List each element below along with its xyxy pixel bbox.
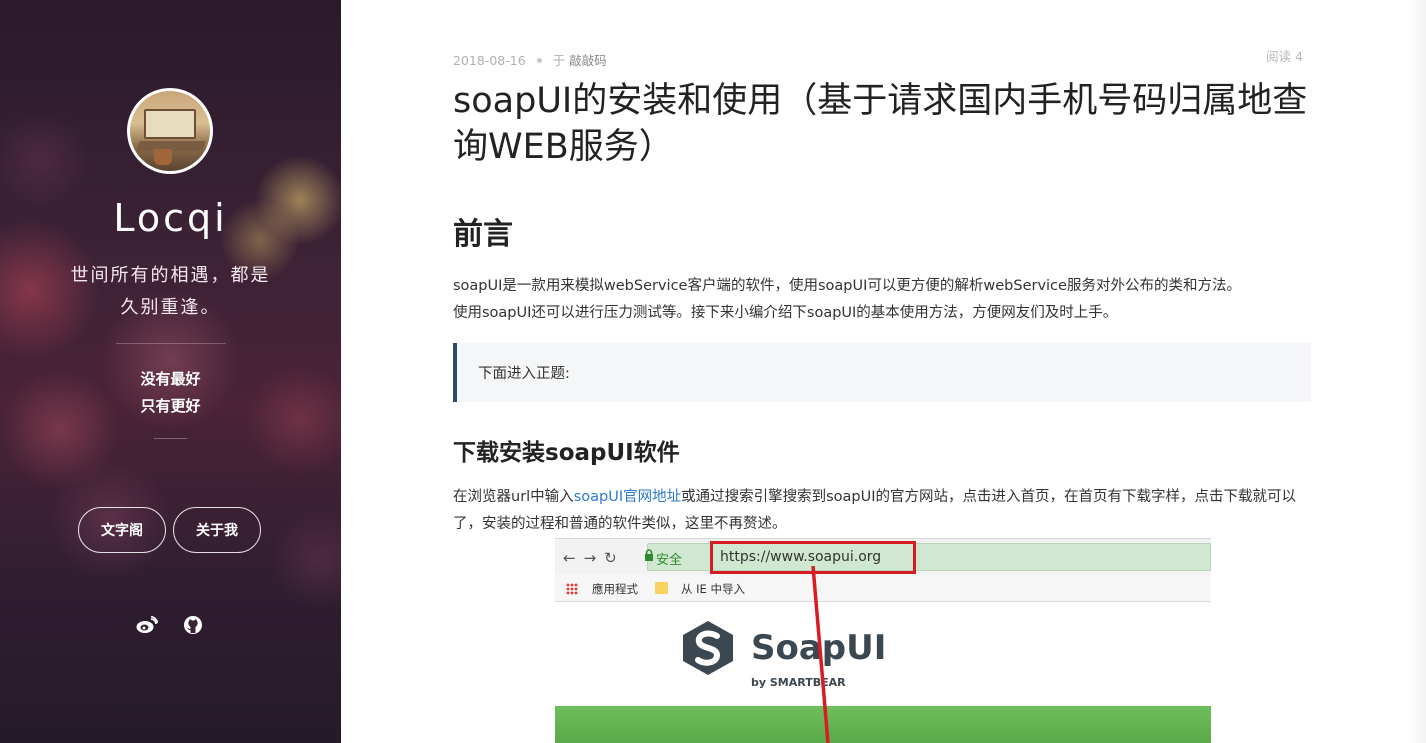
nav-button-articles[interactable]: 文字阁: [78, 507, 166, 553]
motto-line: 久别重逢。: [120, 297, 221, 318]
soapui-logo-text: SoapUI: [751, 628, 887, 668]
site-name[interactable]: Locqi: [0, 196, 341, 240]
slogan-line: 没有最好: [140, 370, 201, 388]
post-title: soapUI的安装和使用（基于请求国内手机号码归属地查询WEB服务）: [453, 81, 1308, 167]
lock-icon: [645, 549, 653, 561]
weibo-icon[interactable]: [135, 613, 159, 637]
browser-nav-icons: ←→↻: [563, 549, 625, 567]
section-heading-preface: 前言: [453, 217, 513, 252]
divider: [116, 343, 226, 344]
intro-paragraph: soapUI是一款用来模拟webService客户端的软件，使用soapUI可以…: [453, 273, 1313, 327]
article-image: ←→↻ 安全 https://www.soapui.org 應用程式 从 IE …: [555, 538, 1211, 743]
apps-icon: [566, 583, 578, 595]
post-category-link[interactable]: 敲敲码: [569, 53, 607, 68]
download-paragraph: 在浏览器url中输入soapUI官网地址或通过搜索引擎搜索到soapUI的官方网…: [453, 484, 1313, 538]
page-edge-shadow: [1406, 0, 1426, 743]
avatar[interactable]: [127, 88, 213, 174]
section-heading-download: 下载安装soapUI软件: [453, 440, 680, 466]
divider: [154, 438, 187, 439]
post-meta: 2018-08-16 于 敲敲码: [453, 50, 607, 69]
nav-button-about[interactable]: 关于我: [173, 507, 261, 553]
blockquote: 下面进入正题:: [453, 343, 1311, 402]
separator-dot: [536, 58, 542, 63]
soapui-homepage: SoapUI by SMARTBEAR: [555, 602, 1211, 743]
browser-toolbar: ←→↻ 安全 https://www.soapui.org: [555, 538, 1211, 574]
para-text: 在浏览器url中输入: [453, 489, 574, 505]
green-banner: [555, 706, 1211, 743]
bookmark-apps: 應用程式: [592, 582, 638, 596]
slogan-line: 只有更好: [140, 397, 201, 415]
soapui-site-link[interactable]: soapUI官网地址: [574, 489, 681, 505]
category-prefix: 于: [552, 53, 566, 68]
intro-line: 使用soapUI还可以进行压力测试等。接下来小编介绍下soapUI的基本使用方法…: [453, 305, 1118, 321]
site-motto: 世间所有的相遇，都是 久别重逢。: [50, 260, 291, 324]
sidebar: Locqi 世间所有的相遇，都是 久别重逢。 没有最好 只有更好 文字阁 关于我: [0, 0, 341, 743]
soapui-logo-icon: [683, 621, 733, 675]
secure-label: 安全: [656, 553, 683, 568]
site-slogan: 没有最好 只有更好: [0, 366, 341, 420]
bookmark-import: 从 IE 中导入: [681, 582, 745, 596]
bookmarks-bar: 應用程式 从 IE 中导入: [555, 574, 1211, 602]
post-date: 2018-08-16: [453, 53, 526, 68]
url-highlight-box: [710, 541, 916, 574]
read-count: 阅读 4: [1266, 49, 1303, 64]
motto-line: 世间所有的相遇，都是: [70, 265, 271, 286]
github-icon[interactable]: [181, 613, 205, 637]
smartbear-label: by SMARTBEAR: [751, 676, 846, 689]
quote-text: 下面进入正题:: [478, 366, 570, 382]
folder-icon: [655, 582, 668, 594]
intro-line: soapUI是一款用来模拟webService客户端的软件，使用soapUI可以…: [453, 278, 1241, 294]
